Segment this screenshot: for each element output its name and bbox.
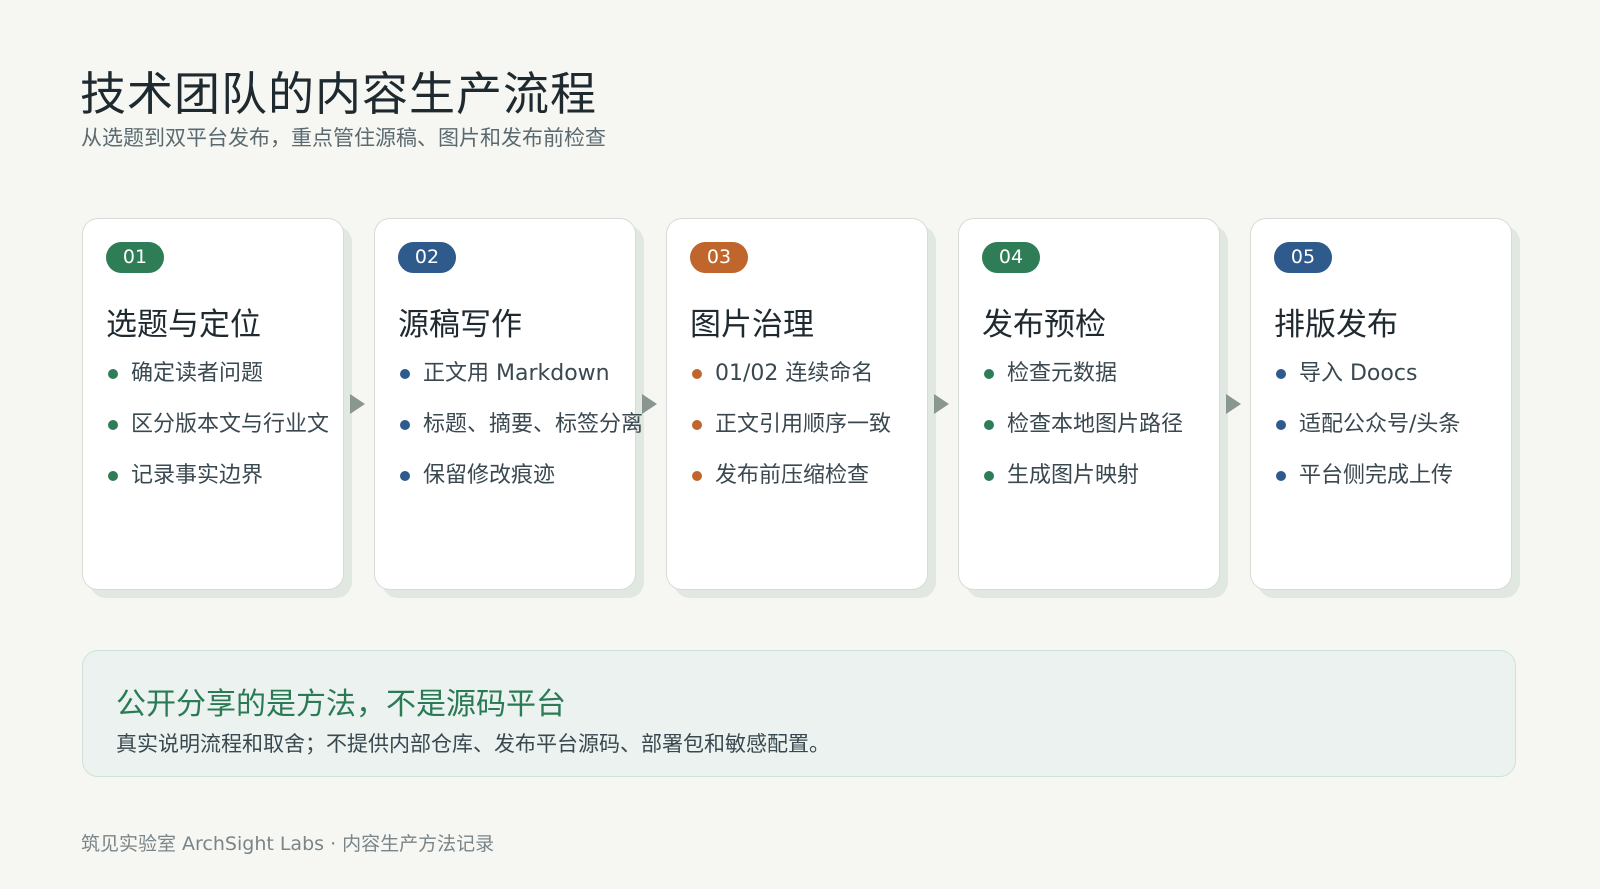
bullet-item: 保留修改痕迹 [398, 461, 643, 512]
bullet-text: 标题、摘要、标签分离 [423, 412, 644, 437]
bullet-item: 01/02 连续命名 [690, 359, 891, 410]
bullet-item: 记录事实边界 [106, 461, 329, 512]
bullet-dot-icon [692, 471, 702, 481]
step-number-badge: 05 [1274, 242, 1332, 273]
note-callout: 公开分享的是方法，不是源码平台 真实说明流程和取舍；不提供内部仓库、发布平台源码… [82, 650, 1516, 777]
bullet-item: 生成图片映射 [982, 461, 1183, 512]
bullet-text: 生成图片映射 [1007, 463, 1140, 488]
bullet-item: 检查元数据 [982, 359, 1183, 410]
step-title: 源稿写作 [398, 307, 522, 343]
step-title: 排版发布 [1274, 307, 1398, 343]
step-number-badge: 02 [398, 242, 456, 273]
bullet-dot-icon [108, 369, 118, 379]
step-number-badge: 03 [690, 242, 748, 273]
bullet-dot-icon [400, 420, 410, 430]
page-title: 技术团队的内容生产流程 [80, 67, 597, 121]
bullet-dot-icon [1276, 471, 1286, 481]
bullet-text: 平台侧完成上传 [1299, 463, 1454, 488]
bullet-text: 01/02 连续命名 [715, 361, 874, 386]
footer-credit: 筑见实验室 ArchSight Labs · 内容生产方法记录 [81, 833, 495, 855]
step-card-3: 03 图片治理 01/02 连续命名 正文引用顺序一致 发布前压缩检查 [666, 218, 928, 590]
bullet-item: 确定读者问题 [106, 359, 329, 410]
bullet-dot-icon [984, 369, 994, 379]
bullet-item: 平台侧完成上传 [1274, 461, 1460, 512]
step-title: 图片治理 [690, 307, 814, 343]
arrow-right-icon [642, 394, 657, 414]
process-flow: 01 选题与定位 确定读者问题 区分版本文与行业文 记录事实边界 02 源稿写作… [82, 218, 1542, 598]
bullet-item: 标题、摘要、标签分离 [398, 410, 643, 461]
bullet-dot-icon [984, 471, 994, 481]
step-bullet-list: 导入 Doocs 适配公众号/头条 平台侧完成上传 [1274, 359, 1460, 512]
step-bullet-list: 正文用 Markdown 标题、摘要、标签分离 保留修改痕迹 [398, 359, 643, 512]
step-title: 选题与定位 [106, 307, 261, 343]
arrow-right-icon [350, 394, 365, 414]
bullet-item: 适配公众号/头条 [1274, 410, 1460, 461]
bullet-text: 正文引用顺序一致 [715, 412, 892, 437]
bullet-item: 检查本地图片路径 [982, 410, 1183, 461]
bullet-text: 适配公众号/头条 [1299, 412, 1461, 437]
bullet-dot-icon [692, 420, 702, 430]
bullet-dot-icon [692, 369, 702, 379]
step-bullet-list: 01/02 连续命名 正文引用顺序一致 发布前压缩检查 [690, 359, 891, 512]
bullet-dot-icon [108, 471, 118, 481]
step-card-5: 05 排版发布 导入 Doocs 适配公众号/头条 平台侧完成上传 [1250, 218, 1512, 590]
page-subtitle: 从选题到双平台发布，重点管住源稿、图片和发布前检查 [81, 126, 606, 150]
bullet-item: 正文引用顺序一致 [690, 410, 891, 461]
step-bullet-list: 检查元数据 检查本地图片路径 生成图片映射 [982, 359, 1183, 512]
bullet-text: 检查元数据 [1007, 361, 1118, 386]
bullet-item: 正文用 Markdown [398, 359, 643, 410]
step-card-1: 01 选题与定位 确定读者问题 区分版本文与行业文 记录事实边界 [82, 218, 344, 590]
bullet-text: 确定读者问题 [131, 361, 264, 386]
arrow-right-icon [934, 394, 949, 414]
bullet-text: 保留修改痕迹 [423, 463, 556, 488]
bullet-dot-icon [108, 420, 118, 430]
bullet-item: 区分版本文与行业文 [106, 410, 329, 461]
bullet-text: 导入 Doocs [1299, 361, 1418, 386]
note-title: 公开分享的是方法，不是源码平台 [116, 687, 566, 722]
bullet-dot-icon [1276, 369, 1286, 379]
arrow-right-icon [1226, 394, 1241, 414]
bullet-text: 检查本地图片路径 [1007, 412, 1184, 437]
bullet-item: 导入 Doocs [1274, 359, 1460, 410]
note-text: 真实说明流程和取舍；不提供内部仓库、发布平台源码、部署包和敏感配置。 [116, 732, 830, 756]
bullet-dot-icon [984, 420, 994, 430]
step-card-4: 04 发布预检 检查元数据 检查本地图片路径 生成图片映射 [958, 218, 1220, 590]
bullet-text: 区分版本文与行业文 [131, 412, 330, 437]
bullet-text: 发布前压缩检查 [715, 463, 870, 488]
step-bullet-list: 确定读者问题 区分版本文与行业文 记录事实边界 [106, 359, 329, 512]
bullet-dot-icon [400, 471, 410, 481]
bullet-dot-icon [400, 369, 410, 379]
bullet-item: 发布前压缩检查 [690, 461, 891, 512]
step-card-2: 02 源稿写作 正文用 Markdown 标题、摘要、标签分离 保留修改痕迹 [374, 218, 643, 590]
step-number-badge: 04 [982, 242, 1040, 273]
step-title: 发布预检 [982, 307, 1106, 343]
bullet-dot-icon [1276, 420, 1286, 430]
step-number-badge: 01 [106, 242, 164, 273]
bullet-text: 正文用 Markdown [423, 361, 610, 386]
bullet-text: 记录事实边界 [131, 463, 264, 488]
